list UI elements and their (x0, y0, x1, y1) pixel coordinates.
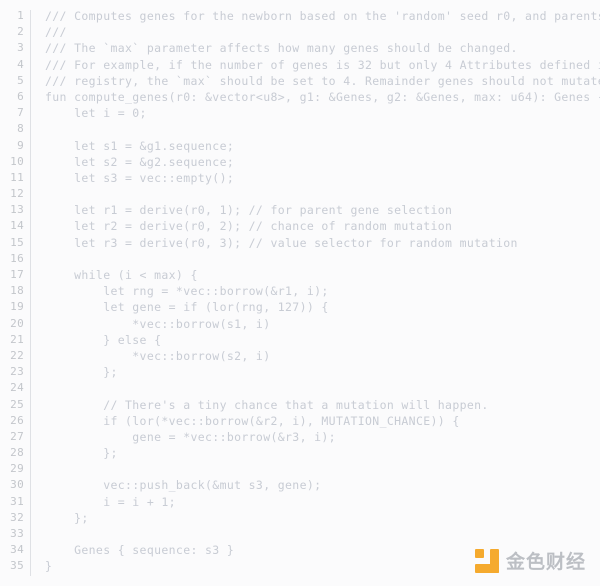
watermark-brand-text: 金色财经 (505, 551, 586, 573)
jinse-logo-icon (474, 548, 499, 573)
line-number: 31 (10, 494, 24, 508)
code-line: *vec::borrow(s1, i) (45, 316, 271, 331)
code-line: /// The `max` parameter affects how many… (45, 41, 518, 56)
code-line: fun compute_genes(r0: &vector<u8>, g1: &… (45, 89, 600, 104)
line-number: 20 (10, 316, 24, 330)
line-number: 24 (10, 381, 24, 395)
code-line: let rng = *vec::borrow(&r1, i); (45, 284, 329, 299)
code-line: let i = 0; (45, 106, 147, 121)
line-number: 11 (10, 170, 24, 184)
code-line: vec::push_back(&mut s3, gene); (45, 478, 322, 493)
screenshot-root: 1 2 3 4 5 6 7 8 9 10 11 12 13 14 15 16 17 18 19 20 21 22 23 24 2… (0, 0, 600, 586)
line-number: 2 (17, 25, 24, 39)
code-line: }; (45, 446, 118, 461)
line-number: 4 (17, 57, 24, 71)
line-number: 33 (10, 527, 24, 540)
line-number: 6 (17, 89, 24, 103)
line-number: 16 (10, 251, 24, 265)
line-number: 19 (10, 300, 24, 314)
code-line: let s3 = vec::empty(); (45, 170, 235, 185)
line-number: 29 (10, 462, 24, 476)
line-number: 23 (10, 365, 24, 379)
line-number: 5 (17, 73, 24, 87)
code-line: }; (45, 365, 118, 380)
line-number: 35 (10, 559, 24, 573)
code-line: /// For example, if the number of genes … (45, 57, 600, 72)
line-number: 14 (10, 219, 24, 233)
code-line: while (i < max) { (45, 268, 198, 282)
code-content-area[interactable]: /// Computes genes for the newborn based… (31, 8, 600, 575)
code-line: } else { (45, 332, 162, 347)
code-line: *vec::borrow(s2, i) (45, 348, 271, 363)
code-line: let s1 = &g1.sequence; (45, 138, 235, 153)
code-line: // There's a tiny chance that a mutation… (45, 397, 489, 412)
line-number: 8 (17, 122, 24, 136)
line-number: 3 (17, 41, 24, 55)
code-line: let r3 = derive(r0, 3); // value selecto… (45, 235, 518, 250)
line-number: 13 (10, 203, 24, 217)
code-line: i = i + 1; (45, 494, 176, 509)
code-line: /// (45, 25, 67, 40)
code-line: let r1 = derive(r0, 1); // for parent ge… (45, 203, 453, 218)
logo-square (474, 548, 484, 558)
code-viewer: 1 2 3 4 5 6 7 8 9 10 11 12 13 14 15 16 17 18 19 20 21 22 23 24 2… (0, 0, 600, 586)
line-number: 32 (10, 510, 24, 524)
logo-bar-horizontal (474, 563, 499, 573)
line-number: 18 (10, 284, 24, 298)
line-number: 25 (10, 397, 24, 411)
line-number: 15 (10, 235, 24, 249)
line-number: 26 (10, 413, 24, 427)
line-number: 28 (10, 446, 24, 460)
code-line: /// registry, the `max` should be set to… (45, 73, 600, 88)
line-number: 22 (10, 348, 24, 362)
code-line: let r2 = derive(r0, 2); // chance of ran… (45, 219, 453, 234)
line-number: 12 (10, 187, 24, 201)
line-number: 27 (10, 429, 24, 443)
line-number: 1 (17, 9, 24, 22)
line-number: 7 (17, 106, 24, 120)
line-number: 30 (10, 478, 24, 492)
line-number: 21 (10, 332, 24, 346)
code-line: let gene = if (lor(rng, 127)) { (45, 300, 329, 315)
code-line: /// Computes genes for the newborn based… (45, 9, 600, 23)
line-number: 10 (10, 154, 24, 168)
line-number: 9 (17, 138, 24, 152)
watermark: 金色财经 (474, 547, 586, 574)
line-number: 34 (10, 543, 24, 557)
line-number-gutter: 1 2 3 4 5 6 7 8 9 10 11 12 13 14 15 16 17 18 19 20 21 22 23 24 2… (0, 8, 30, 575)
code-line: if (lor(*vec::borrow(&r2, i), MUTATION_C… (45, 413, 460, 428)
line-number: 17 (10, 268, 24, 281)
code-line: }; (45, 510, 89, 525)
code-line: let s2 = &g2.sequence; (45, 154, 235, 169)
code-line: gene = *vec::borrow(&r3, i); (45, 429, 336, 444)
